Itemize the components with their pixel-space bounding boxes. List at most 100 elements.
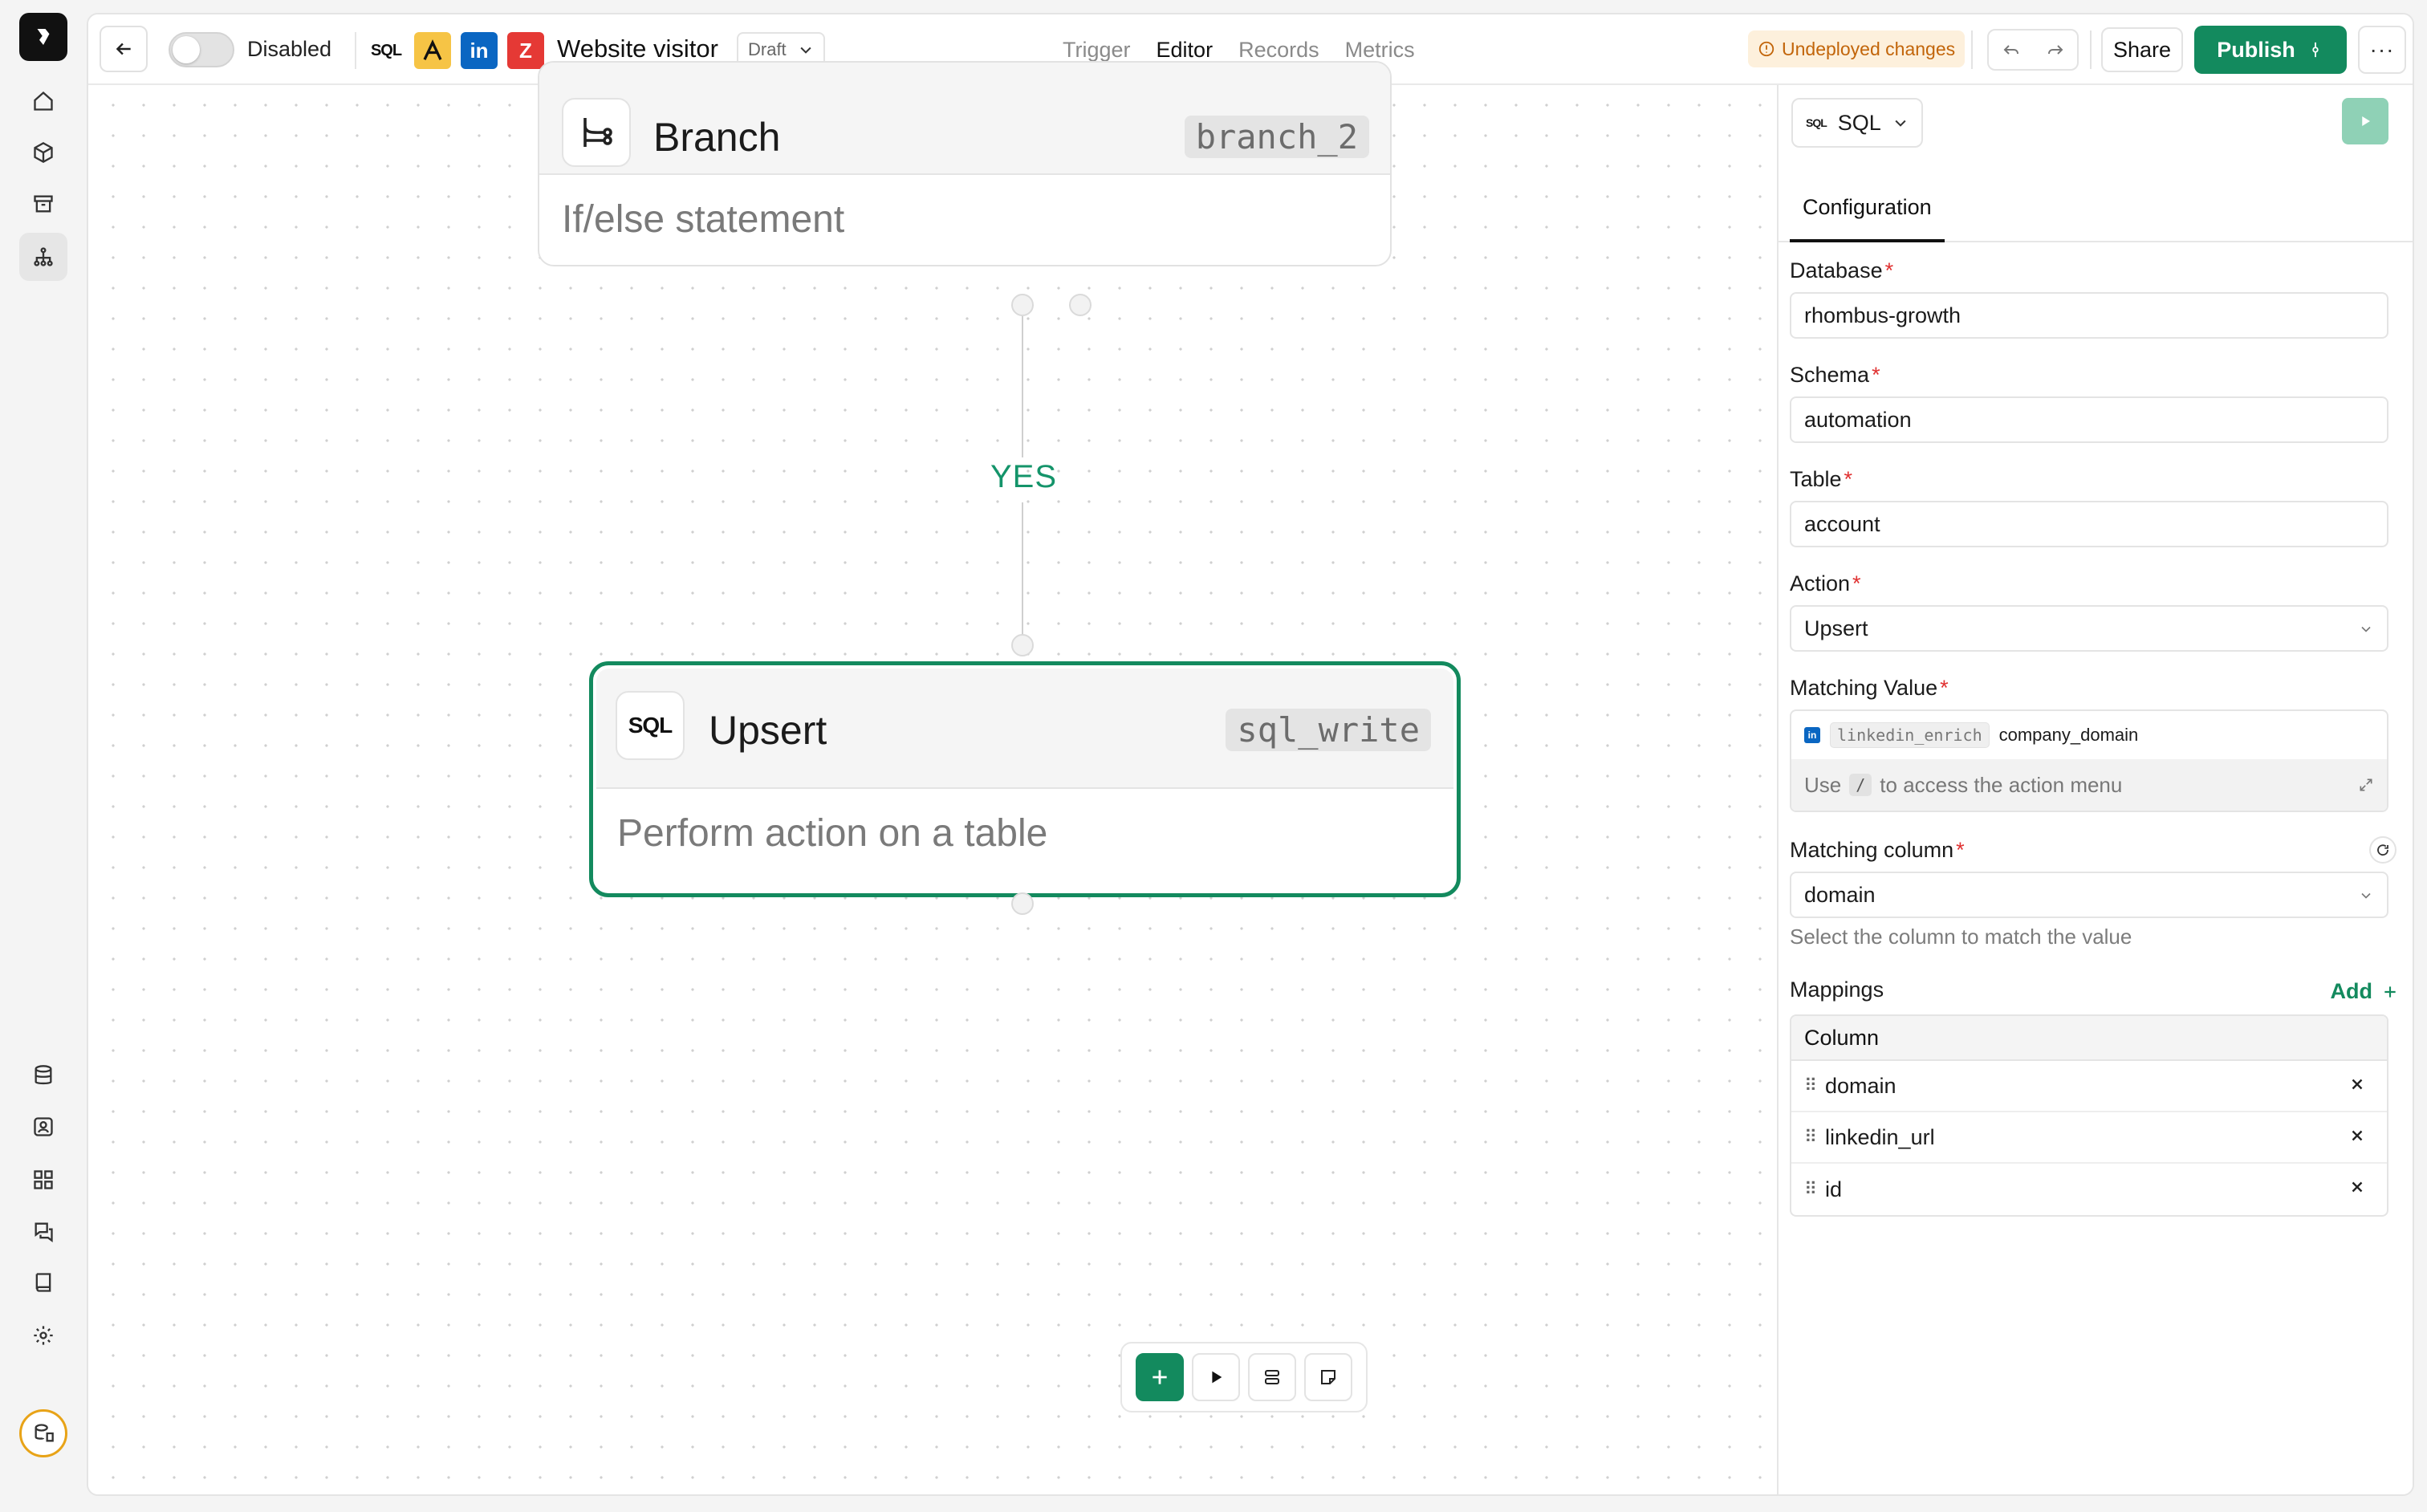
chat-icon[interactable] (19, 1207, 67, 1255)
commit-icon (2312, 42, 2319, 58)
mappings-column-header: Column (1791, 1016, 2387, 1061)
mappings-table: Column ⠿ domain ⠿ linkedin_url ⠿ id (1790, 1014, 2388, 1217)
upsert-output-handle[interactable] (1011, 892, 1034, 915)
warning-circle-icon (1758, 41, 1775, 57)
mapping-row[interactable]: ⠿ id (1791, 1164, 2387, 1215)
upsert-node[interactable]: SQL Upsert sql_write Perform action on a… (589, 661, 1461, 897)
upsert-node-description: Perform action on a table (617, 812, 1048, 855)
branch-yes-handle[interactable] (1011, 294, 1034, 316)
connector-selector[interactable]: SQL SQL (1791, 98, 1923, 148)
publish-label: Publish (2217, 37, 2295, 62)
archive-icon[interactable] (19, 180, 67, 228)
drag-handle-icon[interactable]: ⠿ (1804, 1179, 1817, 1200)
matching-value-editor[interactable]: in linkedin_enrich company_domain Use / … (1790, 709, 2388, 812)
stack-icon (1265, 1370, 1279, 1384)
workflow-canvas[interactable]: Branch branch_2 If/else statement YES SQ… (88, 61, 1777, 1494)
refresh-columns-button[interactable] (2369, 836, 2397, 864)
sticky-note-button[interactable] (1304, 1353, 1352, 1401)
home-icon[interactable] (19, 77, 67, 125)
remove-icon[interactable] (2348, 1075, 2366, 1093)
publish-button[interactable]: Publish (2194, 26, 2347, 74)
chevron-down-icon (1895, 120, 1906, 127)
matching-column-select[interactable]: domain (1790, 872, 2388, 918)
connector-label: SQL (1837, 110, 1881, 135)
branch-node[interactable]: Branch branch_2 If/else statement (538, 61, 1392, 266)
linkedin-icon[interactable]: in (461, 32, 498, 69)
action-select[interactable]: Upsert (1790, 605, 2388, 652)
add-mapping-button[interactable]: Add (2331, 979, 2398, 1004)
apollo-icon[interactable] (414, 32, 451, 69)
undeployed-changes-badge: Undeployed changes (1748, 30, 1966, 67)
token-source: linkedin_enrich (1830, 722, 1990, 748)
branch-no-handle[interactable] (1069, 294, 1092, 316)
mapping-row[interactable]: ⠿ domain (1791, 1061, 2387, 1112)
plus-icon (2384, 986, 2396, 998)
remove-icon[interactable] (2348, 1127, 2366, 1144)
layout-button[interactable] (1248, 1353, 1296, 1401)
upsert-node-header: SQL Upsert sql_write (596, 669, 1453, 789)
add-node-button[interactable] (1136, 1353, 1184, 1401)
sql-icon: SQL (1806, 116, 1827, 129)
arrow-left-icon (116, 43, 131, 55)
book-icon[interactable] (19, 1258, 67, 1307)
matching-column-label: Matching column * (1790, 838, 1965, 862)
matching-value-token[interactable]: in linkedin_enrich company_domain (1804, 722, 2138, 748)
token-field: company_domain (1998, 725, 2139, 745)
enabled-toggle[interactable] (169, 32, 234, 67)
upsert-icon-label: SQL (628, 713, 673, 738)
panel-tabs: Configuration (1779, 175, 2413, 242)
linkedin-icon: in (1804, 727, 1820, 743)
branch-node-description: If/else statement (562, 198, 845, 241)
edge-label-yes[interactable]: YES (990, 459, 1057, 495)
mapping-column-name: domain (1825, 1073, 1896, 1098)
settings-gear-icon[interactable] (19, 1311, 67, 1360)
contacts-icon[interactable] (19, 1103, 67, 1151)
expand-icon[interactable] (2358, 777, 2374, 793)
branch-icon (562, 98, 631, 167)
left-rail (0, 0, 87, 1512)
plus-icon (1153, 1370, 1167, 1384)
mapping-column-name: linkedin_url (1825, 1124, 1935, 1149)
run-test-button[interactable] (1192, 1353, 1240, 1401)
workflow-icon[interactable] (19, 233, 67, 281)
workflow-title[interactable]: Website visitor (557, 35, 718, 63)
table-label: Table * (1790, 467, 1853, 491)
upsert-node-title: Upsert (709, 708, 827, 753)
back-button[interactable] (100, 26, 148, 72)
action-label: Action * (1790, 571, 1861, 595)
upsert-node-id: sql_write (1226, 709, 1431, 751)
share-button[interactable]: Share (2101, 27, 2183, 72)
sql-icon[interactable]: SQL (368, 32, 404, 69)
matching-column-help: Select the column to match the value (1790, 925, 2132, 949)
database-icon[interactable] (19, 1051, 67, 1099)
database-field[interactable]: rhombus-growth (1790, 292, 2388, 339)
user-avatar[interactable] (19, 1409, 67, 1457)
config-panel: SQL SQL Configuration Database * rhombus-… (1777, 85, 2413, 1494)
chevron-down-icon (2361, 626, 2371, 632)
mapping-row[interactable]: ⠿ linkedin_url (1791, 1112, 2387, 1164)
apps-grid-icon[interactable] (19, 1156, 67, 1204)
matching-value-hint: Use / to access the action menu (1791, 759, 2387, 811)
run-step-button[interactable] (2342, 98, 2388, 144)
tab-configuration[interactable]: Configuration (1790, 175, 1945, 242)
play-icon (1212, 1371, 1222, 1384)
undo-redo-group (1987, 29, 2079, 71)
drag-handle-icon[interactable]: ⠿ (1804, 1127, 1817, 1148)
toggle-label: Disabled (247, 37, 332, 61)
undo-icon[interactable] (2002, 40, 2021, 59)
editor-frame: Disabled SQL in Z Website visitor Draft … (87, 13, 2414, 1496)
schema-field[interactable]: automation (1790, 396, 2388, 443)
more-options-button[interactable]: ··· (2358, 26, 2406, 74)
upsert-input-handle[interactable] (1011, 634, 1034, 656)
table-field[interactable]: account (1790, 501, 2388, 547)
matching-value-label: Matching Value * (1790, 676, 1949, 700)
remove-icon[interactable] (2348, 1178, 2366, 1196)
redo-icon[interactable] (2046, 40, 2065, 59)
slash-key: / (1849, 774, 1872, 796)
cube-icon[interactable] (19, 128, 67, 177)
drag-handle-icon[interactable]: ⠿ (1804, 1075, 1817, 1096)
chevron-down-icon (2361, 892, 2371, 899)
chevron-down-icon (800, 47, 811, 54)
canvas-toolbar (1120, 1342, 1368, 1412)
app-logo-icon[interactable] (19, 13, 67, 61)
